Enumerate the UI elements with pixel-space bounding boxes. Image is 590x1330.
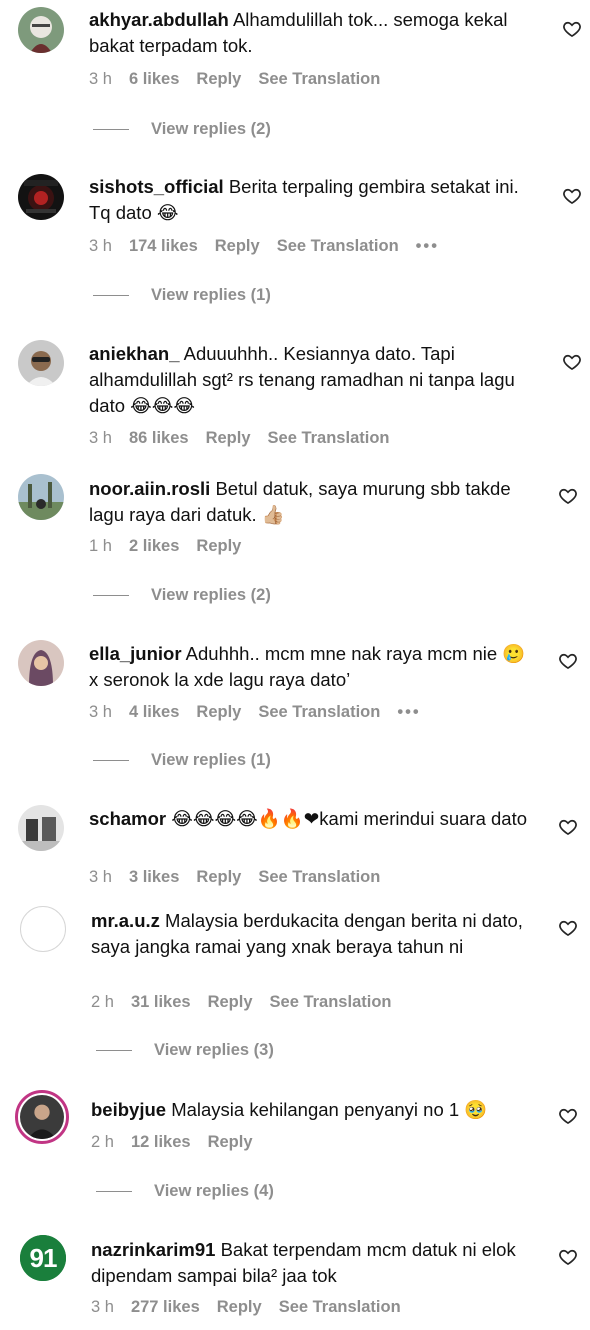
timestamp: 3 h <box>89 237 112 255</box>
avatar[interactable]: 91 <box>20 1235 66 1281</box>
username[interactable]: ella_junior <box>89 643 182 664</box>
heart-outline-icon[interactable] <box>558 1247 578 1267</box>
heart-outline-icon[interactable] <box>558 1106 578 1126</box>
divider <box>93 129 129 130</box>
reply-button[interactable]: Reply <box>215 237 260 256</box>
view-replies-button[interactable]: View replies (1) <box>93 751 271 770</box>
see-translation-button[interactable]: See Translation <box>279 1298 401 1317</box>
avatar[interactable] <box>18 474 64 520</box>
likes-count[interactable]: 4 likes <box>129 703 179 722</box>
comment-text: nazrinkarim91 Bakat terpendam mcm datuk … <box>91 1237 541 1289</box>
reply-button[interactable]: Reply <box>208 993 253 1012</box>
reply-button[interactable]: Reply <box>196 703 241 722</box>
comment-meta: 1 h 2 likes Reply <box>89 537 241 556</box>
view-replies-button[interactable]: View replies (1) <box>93 286 271 305</box>
reply-button[interactable]: Reply <box>196 70 241 89</box>
comment-meta: 2 h 12 likes Reply <box>91 1133 253 1152</box>
comment-meta: 3 h 277 likes Reply See Translation <box>91 1298 401 1317</box>
comments-list: akhyar.abdullah Alhamdulillah tok... sem… <box>0 0 590 1330</box>
username[interactable]: aniekhan_ <box>89 343 180 364</box>
heart-outline-icon[interactable] <box>558 486 578 506</box>
avatar[interactable] <box>20 906 66 952</box>
divider <box>93 295 129 296</box>
avatar[interactable] <box>18 7 64 53</box>
likes-count[interactable]: 6 likes <box>129 70 179 89</box>
avatar[interactable] <box>18 174 64 220</box>
timestamp: 2 h <box>91 993 114 1011</box>
timestamp: 2 h <box>91 1133 114 1151</box>
see-translation-button[interactable]: See Translation <box>258 703 380 722</box>
reply-button[interactable]: Reply <box>196 868 241 887</box>
timestamp: 3 h <box>91 1298 114 1316</box>
divider <box>96 1191 132 1192</box>
comment-text: aniekhan_ Aduuuhhh.. Kesiannya dato. Tap… <box>89 341 539 419</box>
heart-outline-icon[interactable] <box>558 918 578 938</box>
comment-text: ella_junior Aduhhh.. mcm mne nak raya mc… <box>89 641 539 693</box>
see-translation-button[interactable]: See Translation <box>258 868 380 887</box>
svg-text:91: 91 <box>30 1243 57 1273</box>
comment-meta: 3 h 174 likes Reply See Translation ••• <box>89 237 439 256</box>
heart-outline-icon[interactable] <box>558 651 578 671</box>
username[interactable]: mr.a.u.z <box>91 910 160 931</box>
heart-outline-icon[interactable] <box>562 19 582 39</box>
timestamp: 3 h <box>89 429 112 447</box>
avatar[interactable] <box>15 1090 69 1144</box>
heart-outline-icon[interactable] <box>562 186 582 206</box>
more-options-icon[interactable]: ••• <box>416 237 439 256</box>
likes-count[interactable]: 174 likes <box>129 237 198 256</box>
view-replies-button[interactable]: View replies (2) <box>93 586 271 605</box>
username[interactable]: beibyjue <box>91 1099 166 1120</box>
username[interactable]: akhyar.abdullah <box>89 9 229 30</box>
timestamp: 3 h <box>89 868 112 886</box>
reply-button[interactable]: Reply <box>217 1298 262 1317</box>
comment-text: mr.a.u.z Malaysia berdukacita dengan ber… <box>91 908 541 960</box>
timestamp: 3 h <box>89 703 112 721</box>
see-translation-button[interactable]: See Translation <box>268 429 390 448</box>
heart-outline-icon[interactable] <box>562 352 582 372</box>
comment-text: akhyar.abdullah Alhamdulillah tok... sem… <box>89 7 539 59</box>
reply-button[interactable]: Reply <box>206 429 251 448</box>
view-replies-button[interactable]: View replies (4) <box>96 1182 274 1201</box>
comment-meta: 2 h 31 likes Reply See Translation <box>91 993 391 1012</box>
timestamp: 1 h <box>89 537 112 555</box>
reply-button[interactable]: Reply <box>196 537 241 556</box>
comment-text: sishots_official Berita terpaling gembir… <box>89 174 539 226</box>
comment-text: schamor 😂😂😂😂🔥🔥❤kami merindui suara dato <box>89 806 539 832</box>
see-translation-button[interactable]: See Translation <box>258 70 380 89</box>
likes-count[interactable]: 31 likes <box>131 993 191 1012</box>
divider <box>93 595 129 596</box>
comment-body: 😂😂😂😂🔥🔥❤kami merindui suara dato <box>171 808 528 829</box>
likes-count[interactable]: 2 likes <box>129 537 179 556</box>
comment-text: noor.aiin.rosli Betul datuk, saya murung… <box>89 476 539 528</box>
username[interactable]: schamor <box>89 808 166 829</box>
avatar[interactable] <box>18 805 64 851</box>
comment-meta: 3 h 6 likes Reply See Translation <box>89 70 380 89</box>
see-translation-button[interactable]: See Translation <box>277 237 399 256</box>
more-options-icon[interactable]: ••• <box>397 703 420 722</box>
likes-count[interactable]: 3 likes <box>129 868 179 887</box>
comment-text: beibyjue Malaysia kehilangan penyanyi no… <box>91 1097 541 1123</box>
avatar[interactable] <box>18 340 64 386</box>
username[interactable]: nazrinkarim91 <box>91 1239 215 1260</box>
likes-count[interactable]: 86 likes <box>129 429 189 448</box>
comment-meta: 3 h 86 likes Reply See Translation <box>89 429 389 448</box>
likes-count[interactable]: 277 likes <box>131 1298 200 1317</box>
comment-body: Malaysia kehilangan penyanyi no 1 🥹 <box>171 1099 488 1120</box>
heart-outline-icon[interactable] <box>558 817 578 837</box>
comment-meta: 3 h 4 likes Reply See Translation ••• <box>89 703 421 722</box>
view-replies-button[interactable]: View replies (3) <box>96 1041 274 1060</box>
see-translation-button[interactable]: See Translation <box>270 993 392 1012</box>
username[interactable]: sishots_official <box>89 176 224 197</box>
view-replies-button[interactable]: View replies (2) <box>93 120 271 139</box>
username[interactable]: noor.aiin.rosli <box>89 478 210 499</box>
comment-meta: 3 h 3 likes Reply See Translation <box>89 868 380 887</box>
likes-count[interactable]: 12 likes <box>131 1133 191 1152</box>
divider <box>96 1050 132 1051</box>
divider <box>93 760 129 761</box>
avatar[interactable] <box>18 640 64 686</box>
reply-button[interactable]: Reply <box>208 1133 253 1152</box>
timestamp: 3 h <box>89 70 112 88</box>
